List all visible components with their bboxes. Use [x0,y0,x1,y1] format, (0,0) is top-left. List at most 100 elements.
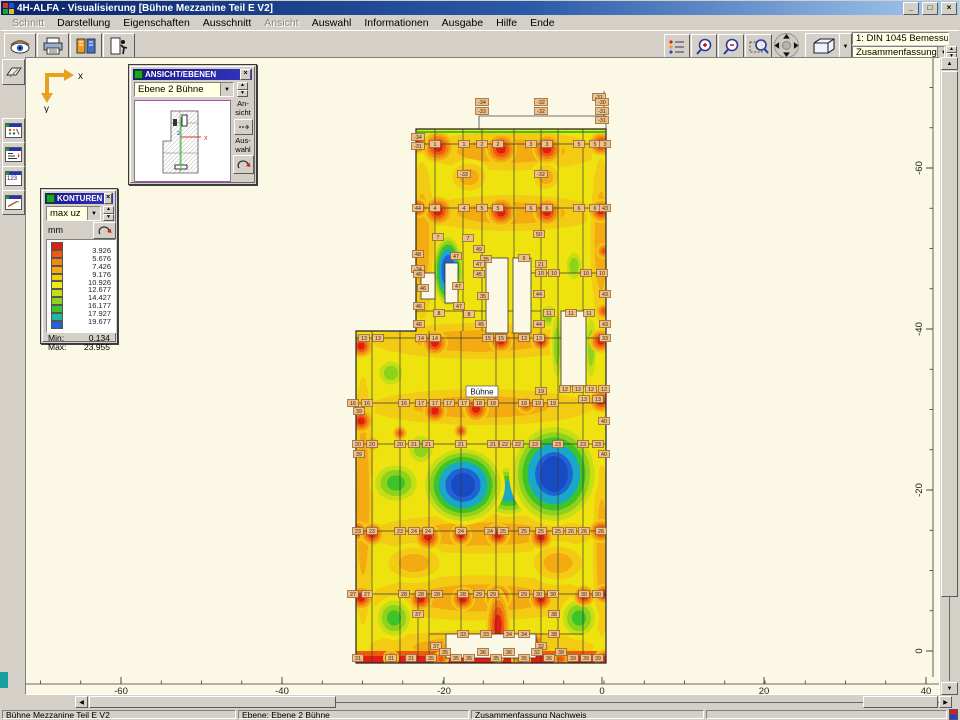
element-tag-label: 39 [570,656,576,662]
element-tag-label: 26 [598,529,604,535]
menu-bar: SchnittDarstellungEigenschaftenAusschnit… [1,16,959,30]
title-bar[interactable]: 4H-ALFA - Visualisierung [Bühne Mezzanin… [1,1,959,15]
select-label: Aus- wahl [231,137,255,154]
menu-item-darstellung[interactable]: Darstellung [51,17,116,29]
level-spinner[interactable]: ▲ ▼ [237,82,248,97]
x-ruler-tick-label: 0 [599,686,604,694]
upper-strip-outline [479,116,606,129]
element-tag-label: 10 [583,271,589,277]
axis-y-label: y [44,104,49,113]
element-tag-label: 40 [601,452,607,458]
scroll-up-icon[interactable]: ▲ [941,57,958,70]
view-apply-button[interactable] [234,119,253,135]
element-tag-label: 30 [595,592,601,598]
element-tag-label: 48 [415,252,421,258]
menu-item-ende[interactable]: Ende [524,17,561,29]
element-tag-label: 20 [369,442,375,448]
legend-swatch [51,321,63,329]
zoom-out-button[interactable] [718,34,744,59]
quantity-spinner[interactable]: ▲ ▼ [103,206,114,221]
area-label: Bühne [466,386,498,397]
printer-icon [42,37,64,55]
horizontal-scroll-thumb[interactable] [89,696,336,708]
axis-x-label: x [78,71,83,82]
exit-button[interactable] [103,33,135,59]
close-icon[interactable]: × [104,193,112,204]
scroll-right-icon[interactable]: ▶ [939,696,952,708]
chevron-down-icon[interactable]: ▼ [87,207,100,220]
element-tag-label: 34 [506,632,512,638]
view-3d-button[interactable] [805,33,841,60]
zoom-in-button[interactable] [691,34,717,59]
element-tag-label: 16 [364,401,370,407]
quantity-value: max uz [50,208,81,219]
element-tag-label: 13 [521,336,527,342]
element-tag-label: 31 [355,656,361,662]
design-code-combo[interactable]: 1: DIN 1045 Bemessung ▼ [852,32,949,45]
view-3d-dropdown[interactable]: ▼ [839,33,852,60]
print-button[interactable] [37,33,69,59]
legend-toggle-button[interactable] [664,34,690,59]
element-tag-label: 6 [578,206,581,212]
ansicht-ebenen-dialog[interactable]: ANSICHT/EBENEN × Ebene 2 Bühne ▼ ▲ ▼ [128,64,257,185]
corner-accent [0,672,8,688]
element-tag-label: 17 [446,401,452,407]
close-button[interactable]: × [941,2,957,15]
menu-item-ausschnitt[interactable]: Ausschnitt [197,17,257,29]
element-tag-label: 29 [521,592,527,598]
element-tag-label: 24 [411,529,417,535]
vertical-scroll-thumb[interactable] [941,71,958,597]
element-tag-label: 4 [434,206,437,212]
element-tag-label: 31 [388,656,394,662]
close-icon[interactable]: × [240,69,251,80]
horizontal-scrollbar[interactable]: ◀ ▶ [25,696,958,708]
preview-button[interactable] [4,33,36,59]
menu-item-informationen[interactable]: Informationen [358,17,434,29]
view-label: An- sicht [231,100,255,117]
element-tag-label: 43 [602,292,608,298]
y-ruler-tick-label: -60 [914,161,925,175]
element-tag-label: 19 [535,401,541,407]
quantity-combo[interactable]: max uz ▼ [46,206,101,221]
panel-toggle-levels[interactable] [2,142,25,167]
contour-legend: 3.9265.6767.4269.17610.92612.67714.42716… [46,239,116,333]
scroll-down-icon[interactable]: ▼ [941,682,958,695]
vertical-scrollbar[interactable]: ▲ ▼ [941,57,958,695]
element-tag-label: 25 [521,529,527,535]
element-tag-label: 20 [355,442,361,448]
panel-toggle-vectors[interactable] [2,190,25,215]
pan-navigator[interactable] [772,32,801,59]
element-tag-label: 12 [562,387,568,393]
element-tag-label: 28 [418,592,424,598]
horizontal-scroll-handle[interactable] [863,696,938,708]
report-button[interactable] [70,33,102,59]
maximize-button[interactable]: □ [922,2,938,15]
element-tag-label: 4 [463,206,466,212]
select-rotate-button[interactable] [233,155,254,174]
konturen-title-bar[interactable]: KONTUREN × [45,193,113,204]
scroll-left-icon[interactable]: ◀ [75,696,88,708]
unit-rotate-button[interactable] [93,222,116,239]
element-tag-label: 36 [546,656,552,662]
zoom-window-button[interactable] [745,34,772,59]
level-preview[interactable]: x z [134,100,231,182]
element-tag-label: 2 [497,142,500,148]
level-combo[interactable]: Ebene 2 Bühne ▼ [134,82,234,97]
ansicht-title-bar[interactable]: ANSICHT/EBENEN × [133,69,252,80]
menu-item-auswahl[interactable]: Auswahl [306,17,358,29]
menu-item-hilfe[interactable]: Hilfe [490,17,523,29]
konturen-title: KONTUREN [57,194,102,203]
minimize-button[interactable]: _ [903,2,919,15]
element-tag-label: 25 [500,529,506,535]
menu-item-eigenschaften[interactable]: Eigenschaften [117,17,196,29]
plane-view-button[interactable] [2,59,25,85]
svg-text:Bühne: Bühne [470,388,494,397]
element-tag-label: 27 [364,592,370,598]
chevron-down-icon[interactable]: ▼ [220,83,233,96]
element-tag-label: 30 [581,592,587,598]
panel-toggle-numbers[interactable]: 123 [2,166,25,191]
menu-item-ausgabe[interactable]: Ausgabe [436,17,489,29]
element-tag-label: -30 [598,100,606,106]
konturen-dialog[interactable]: KONTUREN × max uz ▼ ▲ ▼ mm 3.9265.6767.4… [40,188,118,344]
panel-toggle-contours[interactable] [2,118,25,143]
